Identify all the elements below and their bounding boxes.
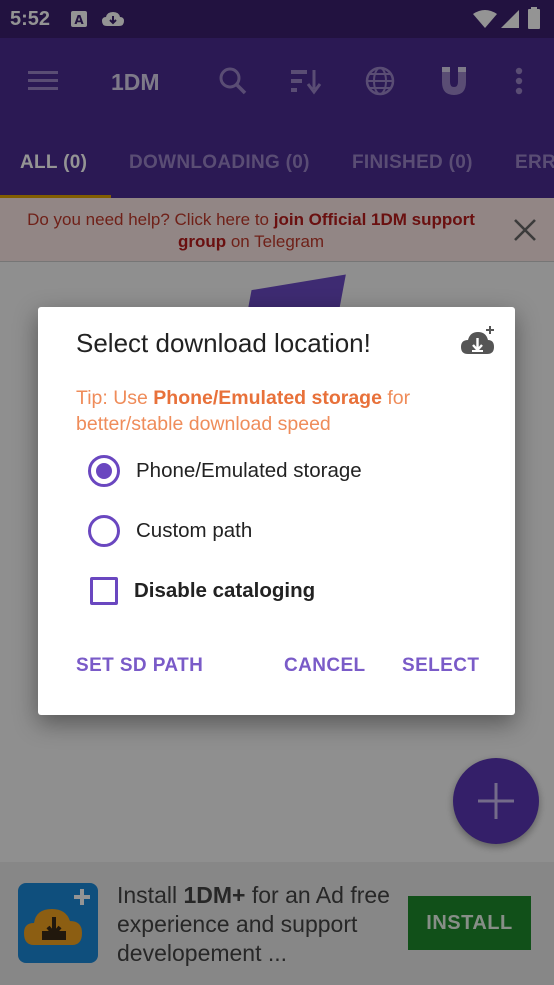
dialog-title: Select download location! [76, 328, 371, 358]
cloud-download-add-icon [460, 325, 496, 362]
dialog-tip: Tip: Use Phone/Emulated storage for bett… [76, 385, 476, 437]
radio-custom-path[interactable] [88, 515, 120, 547]
radio-phone-storage[interactable] [88, 455, 120, 487]
option-phone-storage[interactable]: Phone/Emulated storage [88, 453, 362, 489]
set-sd-path-button[interactable]: SET SD PATH [76, 655, 203, 677]
option-disable-cataloging-label: Disable cataloging [134, 579, 316, 602]
checkbox-disable-cataloging[interactable] [90, 577, 118, 605]
radio-selected-dot [96, 463, 112, 479]
select-button[interactable]: SELECT [402, 655, 479, 677]
tip-highlight: Phone/Emulated storage [153, 387, 382, 409]
option-disable-cataloging[interactable]: Disable cataloging [88, 573, 315, 609]
tip-prefix: Tip: Use [76, 387, 154, 409]
option-phone-storage-label: Phone/Emulated storage [136, 459, 362, 482]
option-custom-path-label: Custom path [136, 519, 253, 542]
select-location-dialog: Select download location! Tip: Use Phone… [38, 307, 515, 715]
cancel-button[interactable]: CANCEL [284, 655, 366, 677]
option-custom-path[interactable]: Custom path [88, 513, 252, 549]
